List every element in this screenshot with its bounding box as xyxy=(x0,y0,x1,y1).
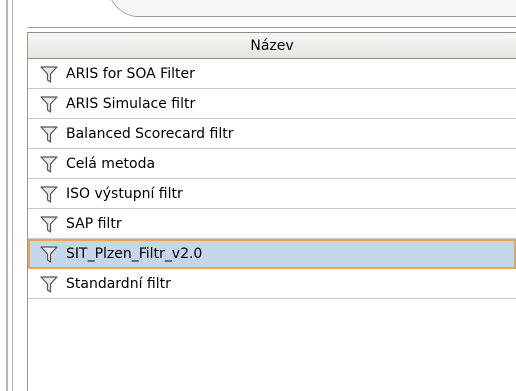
filter-icon xyxy=(38,213,60,235)
row-label: Balanced Scorecard filtr xyxy=(66,125,234,142)
table-row[interactable]: Standardní filtr xyxy=(28,269,516,299)
tab-strip xyxy=(28,0,516,32)
row-label: Standardní filtr xyxy=(66,275,171,292)
filter-icon xyxy=(38,63,60,85)
filter-icon xyxy=(38,183,60,205)
row-label: Celá metoda xyxy=(66,155,156,172)
row-label: SIT_Plzen_Filtr_v2.0 xyxy=(66,245,203,262)
table-row[interactable]: Celá metoda xyxy=(28,149,516,179)
filter-list-panel: Název ARIS for SOA Filter ARIS Simulace … xyxy=(0,0,516,391)
tab[interactable] xyxy=(110,0,516,17)
filter-icon xyxy=(38,243,60,265)
column-header-name[interactable]: Název xyxy=(28,32,516,59)
filter-table: Název ARIS for SOA Filter ARIS Simulace … xyxy=(28,32,516,299)
table-row-selected[interactable]: SIT_Plzen_Filtr_v2.0 xyxy=(28,239,516,269)
filter-icon xyxy=(38,153,60,175)
row-label: ISO výstupní filtr xyxy=(66,185,183,202)
table-row[interactable]: ARIS Simulace filtr xyxy=(28,89,516,119)
frame-divider xyxy=(6,0,8,391)
table-row[interactable]: ISO výstupní filtr xyxy=(28,179,516,209)
filter-icon xyxy=(38,273,60,295)
table-row[interactable]: SAP filtr xyxy=(28,209,516,239)
table-row[interactable]: ARIS for SOA Filter xyxy=(28,59,516,89)
left-frame xyxy=(0,0,28,391)
row-label: ARIS Simulace filtr xyxy=(66,95,196,112)
tab-baseline xyxy=(28,27,516,28)
row-label: SAP filtr xyxy=(66,215,122,232)
filter-icon xyxy=(38,123,60,145)
frame-divider xyxy=(12,0,13,391)
filter-icon xyxy=(38,93,60,115)
table-row[interactable]: Balanced Scorecard filtr xyxy=(28,119,516,149)
row-label: ARIS for SOA Filter xyxy=(66,65,195,82)
